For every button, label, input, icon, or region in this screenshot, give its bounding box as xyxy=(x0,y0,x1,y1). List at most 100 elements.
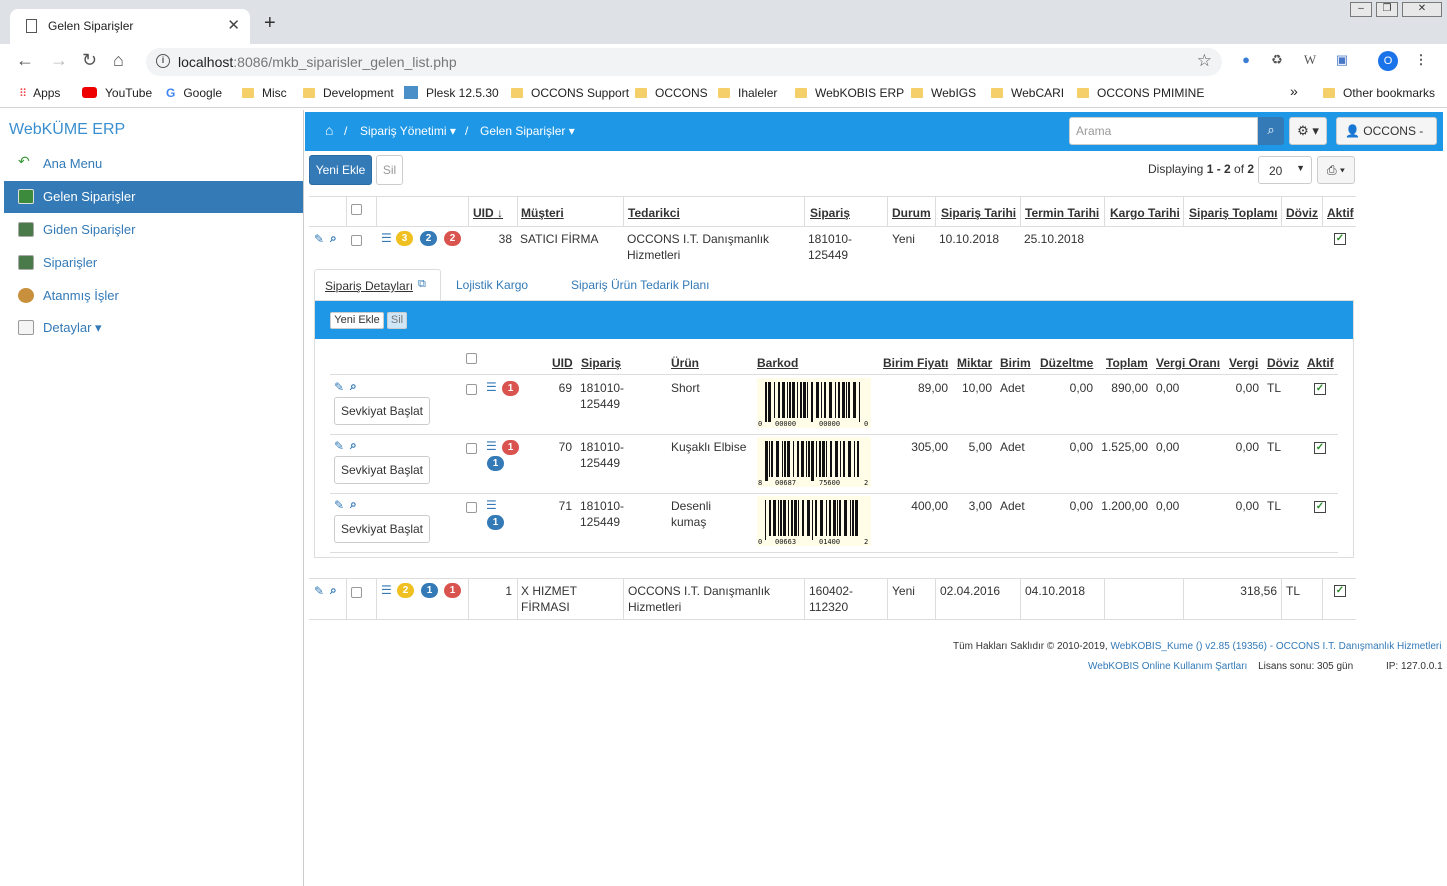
header-siparis-toplami[interactable]: Sipariş Toplamı xyxy=(1189,206,1277,220)
header-kargo-tarihi[interactable]: Kargo Tarihi xyxy=(1110,206,1180,220)
detail-header-duzeltme[interactable]: Düzeltme xyxy=(1040,356,1093,370)
breadcrumb-siparis-yonetimi[interactable]: Sipariş Yönetimi ▾ xyxy=(360,124,456,138)
header-siparis[interactable]: Sipariş xyxy=(810,206,850,220)
start-shipment-button[interactable]: Sevkiyat Başlat xyxy=(334,397,430,425)
header-musteri[interactable]: Müşteri xyxy=(521,206,564,220)
sidebar-item-detaylar[interactable]: Detaylar ▾ xyxy=(4,312,303,344)
active-checkbox[interactable]: ✓ xyxy=(1334,233,1346,245)
detail-header-aktif[interactable]: Aktif xyxy=(1307,356,1334,370)
edit-icon[interactable]: ✎ xyxy=(334,380,344,394)
home-icon[interactable]: ⌂ xyxy=(325,122,333,138)
terms-link[interactable]: WebKOBIS Online Kullanım Şartları xyxy=(1088,661,1247,672)
detail-header-siparis[interactable]: Sipariş xyxy=(581,356,621,370)
count-badge[interactable]: 1 xyxy=(502,381,519,396)
close-window-icon[interactable]: ✕ xyxy=(1402,2,1442,17)
profile-avatar[interactable]: O xyxy=(1378,51,1398,71)
detail-header-uid[interactable]: UID xyxy=(552,356,573,370)
count-badge[interactable]: 1 xyxy=(444,583,461,598)
detail-header-barkod[interactable]: Barkod xyxy=(757,356,798,370)
bookmarks-overflow-icon[interactable]: » xyxy=(1290,83,1298,99)
active-checkbox[interactable]: ✓ xyxy=(1314,501,1326,513)
detail-row-checkbox[interactable] xyxy=(466,384,477,395)
home-icon[interactable]: ⌂ xyxy=(113,50,124,71)
row-checkbox[interactable] xyxy=(351,235,362,246)
active-checkbox[interactable]: ✓ xyxy=(1334,585,1346,597)
sidebar-item-siparisler[interactable]: Siparişler xyxy=(4,247,303,279)
bookmark-ihaleler[interactable]: Ihaleler xyxy=(718,86,777,100)
count-badge[interactable]: 2 xyxy=(444,231,461,246)
detail-header-toplam[interactable]: Toplam xyxy=(1106,356,1148,370)
search-icon[interactable]: ⌕ xyxy=(350,438,357,453)
page-size-select[interactable]: 20 ▼ xyxy=(1258,156,1312,184)
active-checkbox[interactable]: ✓ xyxy=(1314,442,1326,454)
count-badge[interactable]: 1 xyxy=(421,583,438,598)
camera-extension-icon[interactable]: ▣ xyxy=(1333,52,1351,70)
new-tab-icon[interactable]: + xyxy=(264,12,276,35)
edit-icon[interactable]: ✎ xyxy=(314,584,324,598)
list-icon[interactable]: ☰ xyxy=(486,498,497,512)
restore-icon[interactable]: ❐ xyxy=(1376,2,1398,17)
count-badge[interactable]: 2 xyxy=(397,583,414,598)
sidebar-item-gelen-siparisler[interactable]: Gelen Siparişler xyxy=(4,181,303,213)
brand-title[interactable]: WebKÜME ERP xyxy=(9,121,125,139)
menu-dots-icon[interactable]: ⋮ xyxy=(1412,52,1430,70)
detail-header-vergi-orani[interactable]: Vergi Oranı xyxy=(1156,356,1220,370)
search-icon[interactable]: ⌕ xyxy=(330,231,337,246)
detail-header-birim[interactable]: Birim xyxy=(1000,356,1031,370)
count-badge[interactable]: 1 xyxy=(487,456,504,471)
tab-tedarik-plani[interactable]: Sipariş Ürün Tedarik Planı xyxy=(571,278,710,292)
header-tedarikci[interactable]: Tedarikci xyxy=(628,206,680,220)
count-badge[interactable]: 2 xyxy=(420,231,437,246)
count-badge[interactable]: 1 xyxy=(487,515,504,530)
bookmark-star-icon[interactable]: ☆ xyxy=(1197,51,1212,71)
close-tab-icon[interactable]: ✕ xyxy=(227,16,240,34)
bookmark-occons[interactable]: OCCONS xyxy=(635,86,708,100)
bookmark-plesk[interactable]: Plesk 12.5.30 xyxy=(404,86,499,100)
bookmark-other[interactable]: Other bookmarks xyxy=(1323,86,1435,100)
detail-header-vergi[interactable]: Vergi xyxy=(1229,356,1258,370)
list-icon[interactable]: ☰ xyxy=(486,380,497,394)
new-button[interactable]: Yeni Ekle xyxy=(309,155,372,185)
detail-header-miktar[interactable]: Miktar xyxy=(957,356,992,370)
reload-icon[interactable]: ↻ xyxy=(82,50,97,71)
detail-header-doviz[interactable]: Döviz xyxy=(1267,356,1299,370)
bookmark-google[interactable]: G Google xyxy=(166,86,222,100)
start-shipment-button[interactable]: Sevkiyat Başlat xyxy=(334,515,430,543)
user-menu[interactable]: 👤 OCCONS - xyxy=(1336,117,1437,145)
product-link[interactable]: WebKOBIS_Kume () v2.85 (19356) xyxy=(1110,641,1267,652)
header-durum[interactable]: Durum xyxy=(892,206,931,220)
address-bar[interactable]: i localhost:8086/mkb_siparisler_gelen_li… xyxy=(146,48,1222,76)
bookmark-webkobis-erp[interactable]: WebKOBIS ERP xyxy=(795,86,904,100)
sidebar-item-atanmis-isler[interactable]: Atanmış İşler xyxy=(4,280,303,312)
browser-tab[interactable]: Gelen Siparişler ✕ xyxy=(10,9,250,44)
detail-row-checkbox[interactable] xyxy=(466,502,477,513)
delete-button[interactable]: Sil xyxy=(376,155,403,185)
bookmark-webigs[interactable]: WebIGS xyxy=(911,86,976,100)
count-badge[interactable]: 1 xyxy=(502,440,519,455)
search-icon[interactable]: ⌕ xyxy=(350,497,357,512)
sidebar-item-giden-siparisler[interactable]: Giden Siparişler xyxy=(4,214,303,246)
bookmark-occons-support[interactable]: OCCONS Support xyxy=(511,86,629,100)
bookmark-occons-pmimine[interactable]: OCCONS PMIMINE xyxy=(1077,86,1204,100)
globe-extension-icon[interactable]: ● xyxy=(1237,52,1255,70)
company-link[interactable]: OCCONS I.T. Danışmanlık Hizmetleri xyxy=(1276,641,1442,652)
header-doviz[interactable]: Döviz xyxy=(1286,206,1318,220)
edit-icon[interactable]: ✎ xyxy=(334,498,344,512)
detail-new-button[interactable]: Yeni Ekle xyxy=(330,312,384,329)
minimize-icon[interactable]: – xyxy=(1350,2,1372,17)
search-icon[interactable]: ⌕ xyxy=(330,583,337,598)
bookmark-youtube[interactable]: YouTube xyxy=(82,86,152,100)
list-icon[interactable]: ☰ xyxy=(381,583,392,597)
forward-icon[interactable]: → xyxy=(50,50,68,71)
bookmark-misc[interactable]: Misc xyxy=(242,86,287,100)
detail-header-birim-fiyati[interactable]: Birim Fiyatı xyxy=(883,356,948,370)
info-icon[interactable]: i xyxy=(156,54,170,68)
search-input[interactable]: Arama xyxy=(1069,117,1258,145)
bookmark-development[interactable]: Development xyxy=(303,86,394,100)
breadcrumb-gelen-siparisler[interactable]: Gelen Siparişler ▾ xyxy=(480,124,575,138)
edit-icon[interactable]: ✎ xyxy=(334,439,344,453)
search-icon[interactable]: ⌕ xyxy=(350,379,357,394)
header-uid[interactable]: UID ↓ xyxy=(473,206,503,220)
recycle-extension-icon[interactable]: ♻ xyxy=(1268,52,1286,70)
header-termin-tarihi[interactable]: Termin Tarihi xyxy=(1025,206,1099,220)
